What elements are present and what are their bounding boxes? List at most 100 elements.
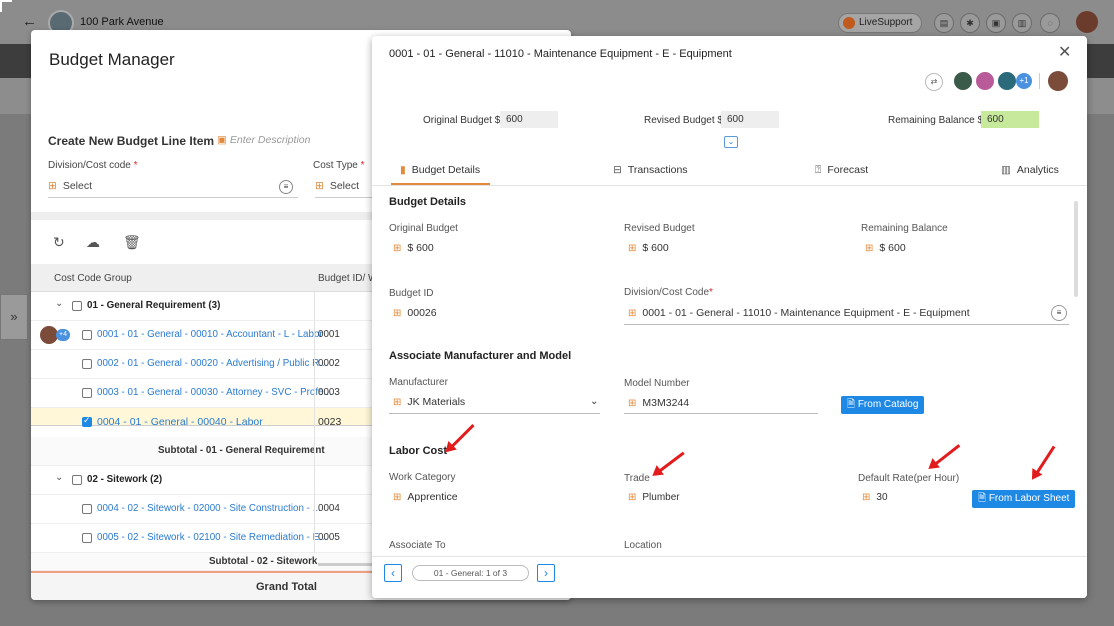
- grid-icon: ⊞: [628, 398, 637, 409]
- row-cost-code[interactable]: 0001 - 01 - General - 00010 - Accountant…: [97, 329, 323, 340]
- list-options-icon[interactable]: ≡: [1051, 305, 1067, 321]
- annotation-arrow: [1032, 445, 1056, 479]
- tab-forecast[interactable]: ⍰ Forecast: [815, 164, 868, 177]
- live-support-button[interactable]: LiveSupport: [838, 13, 922, 33]
- live-support-icon: [843, 17, 855, 29]
- row-cost-code[interactable]: 0002 - 01 - General - 00020 - Advertisin…: [97, 358, 327, 369]
- annotation-arrow: [654, 451, 685, 476]
- row-checkbox-checked[interactable]: [82, 415, 92, 427]
- subtotal-label: Subtotal - 02 - Sitework: [209, 556, 318, 567]
- refresh-icon[interactable]: ↻: [53, 234, 65, 251]
- tab-transactions[interactable]: ⊟ Transactions: [613, 164, 688, 176]
- division-label: Division/Cost code *: [48, 160, 138, 171]
- share-icon[interactable]: ⇄: [925, 73, 943, 91]
- row-budget-id: 0023: [318, 416, 342, 428]
- project-name[interactable]: 100 Park Avenue: [80, 16, 164, 28]
- previous-page-button[interactable]: ‹: [384, 564, 402, 582]
- row-budget-id: 0004: [318, 503, 340, 514]
- summary-remaining-value: 600: [981, 111, 1039, 128]
- summary-revised-value: 600: [721, 111, 779, 128]
- report-icon[interactable]: ▥: [1012, 13, 1032, 33]
- budget-id-label: Budget ID: [389, 288, 434, 299]
- mouse-cursor-icon: [0, 0, 12, 12]
- default-rate-input[interactable]: ⊞ 30: [862, 492, 888, 503]
- close-icon[interactable]: ✕: [1058, 42, 1071, 62]
- more-people-badge[interactable]: +1: [1016, 73, 1032, 89]
- row-checkbox[interactable]: [82, 533, 92, 543]
- column-cost-code-group[interactable]: Cost Code Group: [54, 273, 132, 284]
- avatar[interactable]: [974, 70, 996, 92]
- row-cost-code[interactable]: 0003 - 01 - General - 00030 - Attorney -…: [97, 387, 332, 398]
- model-number-input[interactable]: ⊞ M3M3244: [628, 397, 689, 409]
- avatar-count-badge: +4: [56, 329, 70, 341]
- avatar[interactable]: [1048, 71, 1068, 91]
- chat-icon[interactable]: ◌: [1040, 13, 1060, 33]
- manufacturer-select[interactable]: ⊞ JK Materials: [393, 396, 465, 408]
- grid-icon: ⊞: [315, 180, 324, 192]
- cost-type-select[interactable]: ⊞ Select: [315, 180, 375, 198]
- vertical-scrollbar[interactable]: [1074, 201, 1078, 297]
- modal-title: Budget Manager: [49, 50, 175, 69]
- row-budget-id: 0005: [318, 532, 340, 543]
- chevron-down-icon[interactable]: ⌄: [55, 472, 63, 483]
- group-checkbox[interactable]: [72, 475, 82, 485]
- grid-icon: ⊞: [628, 308, 637, 319]
- section-manufacturer: Associate Manufacturer and Model: [389, 350, 572, 362]
- avatar[interactable]: [996, 70, 1018, 92]
- user-avatar[interactable]: [1076, 11, 1098, 33]
- row-cost-code[interactable]: 0004 - 02 - Sitework - 02000 - Site Cons…: [97, 503, 321, 514]
- model-number-label: Model Number: [624, 378, 690, 389]
- form-icon[interactable]: ▣: [986, 13, 1006, 33]
- description-input[interactable]: ▣ Enter Description: [217, 134, 310, 146]
- grid-icon: ⊞: [393, 397, 402, 408]
- document-icon[interactable]: ▤: [934, 13, 954, 33]
- row-checkbox[interactable]: [82, 504, 92, 514]
- from-labor-sheet-button[interactable]: 🗎 From Labor Sheet: [972, 490, 1076, 508]
- edit-icon: ▣: [217, 134, 227, 146]
- division-select[interactable]: ⊞ Select: [48, 180, 298, 198]
- summary-revised-label: Revised Budget $: [644, 115, 723, 126]
- row-checkbox[interactable]: [82, 330, 92, 340]
- from-catalog-button[interactable]: 🗎 From Catalog: [841, 396, 925, 414]
- trade-select[interactable]: ⊞ Plumber: [628, 492, 680, 503]
- pager-select[interactable]: 01 - General: 1 of 3: [412, 565, 529, 581]
- location-label: Location: [624, 540, 662, 551]
- section-budget-details: Budget Details: [389, 196, 467, 208]
- chevron-down-icon[interactable]: ⌄: [590, 396, 598, 407]
- cost-type-label: Cost Type *: [313, 160, 365, 171]
- manufacturer-label: Manufacturer: [389, 377, 448, 388]
- table-icon: ⊟: [613, 164, 622, 176]
- row-cost-code[interactable]: 0004 - 01 - General - 00040 - Labor: [97, 416, 263, 428]
- budget-id-value: ⊞ 00026: [393, 307, 437, 319]
- upload-cloud-icon[interactable]: ☁: [86, 234, 100, 251]
- group-checkbox[interactable]: [72, 301, 82, 311]
- divider: [1039, 73, 1040, 89]
- tab-analytics[interactable]: ▥ Analytics: [1001, 164, 1059, 176]
- next-page-button[interactable]: ›: [537, 564, 555, 582]
- sheets-icon[interactable]: ✱: [960, 13, 980, 33]
- collapse-chevron-icon[interactable]: ⌄: [724, 136, 738, 148]
- grid-icon: ⊞: [628, 492, 637, 503]
- horizontal-scrollbar[interactable]: [318, 563, 378, 566]
- list-options-icon[interactable]: ≡: [279, 180, 293, 194]
- default-rate-label: Default Rate(per Hour): [858, 473, 960, 484]
- associate-to-label: Associate To: [389, 540, 446, 551]
- section-labor-cost: Labor Cost: [389, 445, 448, 457]
- chevron-down-icon[interactable]: ⌄: [55, 298, 63, 309]
- row-checkbox[interactable]: [82, 388, 92, 398]
- back-arrow-icon[interactable]: ←: [22, 13, 37, 30]
- delete-icon[interactable]: 🗑: [123, 234, 141, 251]
- expand-sidebar-icon[interactable]: »: [0, 294, 28, 340]
- column-budget-id[interactable]: Budget ID/ W: [318, 273, 377, 284]
- tab-budget-details[interactable]: ▮ Budget Details: [400, 164, 480, 176]
- avatar[interactable]: [952, 70, 974, 92]
- budget-icon: ▮: [400, 164, 406, 176]
- grid-icon: ⊞: [393, 243, 402, 254]
- grand-total-label: Grand Total: [256, 581, 317, 593]
- division-cost-code-select[interactable]: ⊞ 0001 - 01 - General - 11010 - Maintenan…: [628, 307, 970, 319]
- work-category-select[interactable]: ⊞ Apprentice: [393, 491, 458, 503]
- summary-original-value: 600: [500, 111, 558, 128]
- row-checkbox[interactable]: [82, 359, 92, 369]
- grid-icon: ⊞: [48, 180, 57, 192]
- row-cost-code[interactable]: 0005 - 02 - Sitework - 02100 - Site Reme…: [97, 532, 327, 543]
